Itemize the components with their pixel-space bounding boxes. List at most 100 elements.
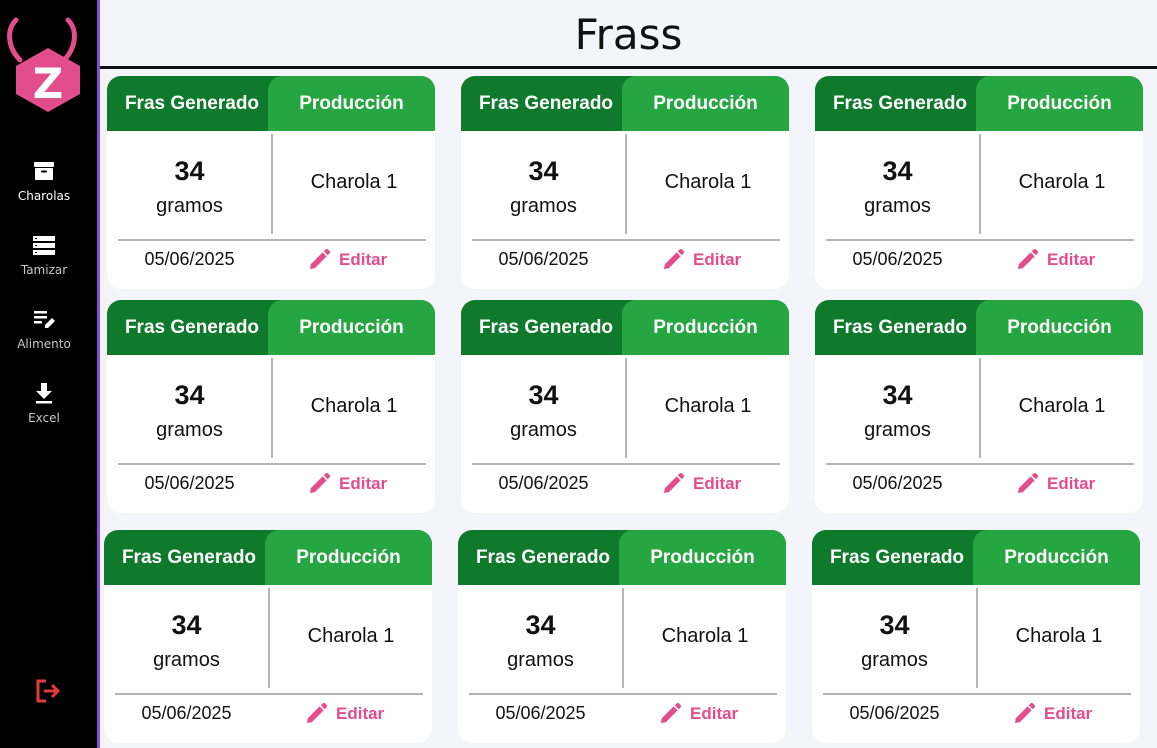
card-header: Fras Generado Producción: [812, 530, 1140, 585]
header-produccion: Producción: [268, 300, 435, 355]
horizontal-divider: [823, 693, 1131, 695]
nav-item-tamizar[interactable]: Tamizar: [0, 233, 88, 277]
frass-unit: gramos: [156, 195, 223, 217]
nav-label: Charolas: [17, 189, 71, 203]
tray-name: Charola 1: [310, 395, 398, 417]
edit-label: Editar: [1047, 474, 1096, 493]
header-frass-generado: Fras Generado: [121, 546, 257, 568]
card-date: 05/06/2025: [852, 249, 943, 269]
edit-note-icon: [34, 311, 55, 328]
edit-button[interactable]: Editar: [1012, 702, 1092, 726]
edit-label: Editar: [690, 704, 739, 723]
header-frass-generado: Fras Generado: [475, 546, 611, 568]
header-produccion: Producción: [268, 76, 435, 131]
edit-button[interactable]: Editar: [1015, 472, 1095, 496]
logout-icon[interactable]: [34, 677, 62, 705]
pencil-icon: [1018, 249, 1038, 269]
card-header: Fras Generado Producción: [815, 76, 1143, 131]
tray-name: Charola 1: [1018, 171, 1106, 193]
card-date: 05/06/2025: [141, 703, 232, 723]
horizontal-divider: [472, 463, 780, 465]
horizontal-divider: [118, 239, 426, 241]
horizontal-divider: [118, 463, 426, 465]
frass-card: Fras Generado Producción 34 gramos Charo…: [812, 530, 1140, 743]
header-produccion: Producción: [976, 300, 1143, 355]
sidebar: Z Charolas Tamizar Alimento Excel: [0, 0, 100, 748]
download-icon: [36, 383, 52, 404]
frass-unit: gramos: [153, 649, 220, 671]
pencil-icon: [307, 703, 327, 723]
edit-button[interactable]: Editar: [661, 248, 741, 272]
card-date: 05/06/2025: [852, 473, 943, 493]
frass-amount: 34: [528, 380, 559, 410]
frass-unit: gramos: [864, 195, 931, 217]
tray-name: Charola 1: [664, 171, 752, 193]
app-logo[interactable]: Z: [4, 8, 84, 118]
archive-icon: [34, 162, 54, 180]
card-header: Fras Generado Producción: [107, 76, 435, 131]
tray-name: Charola 1: [661, 625, 749, 647]
header-produccion: Producción: [973, 530, 1140, 585]
frass-amount: 34: [171, 610, 202, 640]
frass-amount: 34: [174, 156, 205, 186]
header-produccion: Producción: [622, 300, 789, 355]
edit-label: Editar: [339, 474, 388, 493]
frass-card: Fras Generado Producción 34 gramos Charo…: [107, 300, 435, 513]
nav-item-charolas[interactable]: Charolas: [0, 159, 88, 203]
edit-label: Editar: [336, 704, 385, 723]
list-icon: [33, 236, 55, 255]
frass-unit: gramos: [861, 649, 928, 671]
edit-button[interactable]: Editar: [307, 472, 387, 496]
title-divider: [100, 66, 1157, 69]
frass-amount: 34: [528, 156, 559, 186]
edit-button[interactable]: Editar: [304, 702, 384, 726]
header-frass-generado: Fras Generado: [832, 92, 968, 114]
frass-unit: gramos: [156, 419, 223, 441]
card-date: 05/06/2025: [498, 249, 589, 269]
horizontal-divider: [472, 239, 780, 241]
frass-amount: 34: [525, 610, 556, 640]
pencil-icon: [661, 703, 681, 723]
tray-name: Charola 1: [310, 171, 398, 193]
tray-name: Charola 1: [1018, 395, 1106, 417]
header-frass-generado: Fras Generado: [478, 92, 614, 114]
frass-unit: gramos: [510, 419, 577, 441]
horizontal-divider: [826, 463, 1134, 465]
edit-label: Editar: [693, 474, 742, 493]
edit-label: Editar: [693, 250, 742, 269]
tray-name: Charola 1: [307, 625, 395, 647]
card-header: Fras Generado Producción: [815, 300, 1143, 355]
frass-card: Fras Generado Producción 34 gramos Charo…: [461, 300, 789, 513]
pencil-icon: [1018, 473, 1038, 493]
header-produccion: Producción: [265, 530, 432, 585]
frass-amount: 34: [174, 380, 205, 410]
frass-card: Fras Generado Producción 34 gramos Charo…: [815, 76, 1143, 289]
svg-text:Z: Z: [33, 59, 63, 108]
edit-button[interactable]: Editar: [661, 472, 741, 496]
card-header: Fras Generado Producción: [461, 300, 789, 355]
card-header: Fras Generado Producción: [107, 300, 435, 355]
horizontal-divider: [826, 239, 1134, 241]
header-frass-generado: Fras Generado: [124, 316, 260, 338]
card-date: 05/06/2025: [849, 703, 940, 723]
edit-button[interactable]: Editar: [658, 702, 738, 726]
page-title: Frass: [574, 10, 683, 59]
frass-card: Fras Generado Producción 34 gramos Charo…: [815, 300, 1143, 513]
horizontal-divider: [469, 693, 777, 695]
card-date: 05/06/2025: [144, 249, 235, 269]
edit-button[interactable]: Editar: [307, 248, 387, 272]
nav-item-alimento[interactable]: Alimento: [0, 307, 88, 351]
nav-label: Excel: [28, 411, 60, 425]
pencil-icon: [664, 249, 684, 269]
frass-card: Fras Generado Producción 34 gramos Charo…: [104, 530, 432, 743]
edit-label: Editar: [339, 250, 388, 269]
horizontal-divider: [115, 693, 423, 695]
nav-item-excel[interactable]: Excel: [0, 381, 88, 425]
header-frass-generado: Fras Generado: [124, 92, 260, 114]
header-frass-generado: Fras Generado: [478, 316, 614, 338]
card-date: 05/06/2025: [495, 703, 586, 723]
header-produccion: Producción: [976, 76, 1143, 131]
edit-button[interactable]: Editar: [1015, 248, 1095, 272]
header-frass-generado: Fras Generado: [829, 546, 965, 568]
pencil-icon: [310, 473, 330, 493]
